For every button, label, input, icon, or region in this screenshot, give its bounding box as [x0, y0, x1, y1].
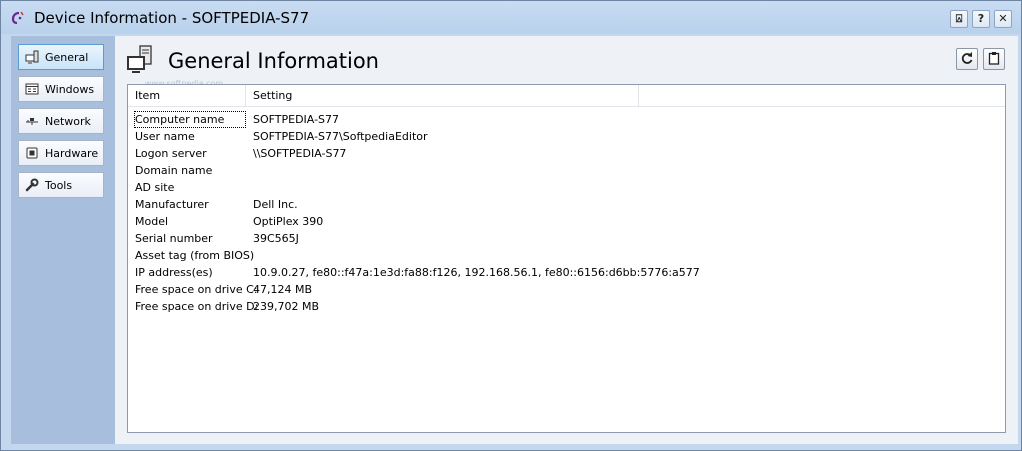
- sidebar-item-network[interactable]: Network: [18, 108, 104, 134]
- copy-button[interactable]: [983, 48, 1005, 70]
- sidebar-item-tools[interactable]: Tools: [18, 172, 104, 198]
- refresh-icon: [960, 51, 974, 68]
- close-button[interactable]: ✕: [994, 10, 1012, 28]
- value-cell: 47,124 MB: [253, 283, 313, 296]
- help-button[interactable]: ?: [972, 10, 990, 28]
- table-row[interactable]: Serial number 39C565J: [128, 230, 1005, 247]
- value-cell: \\SOFTPEDIA-S77: [253, 147, 347, 160]
- network-icon: [25, 114, 39, 128]
- sidebar-item-general[interactable]: General: [18, 44, 104, 70]
- item-cell: Domain name: [135, 164, 213, 177]
- clipboard-icon: [987, 51, 1001, 68]
- item-cell: Computer name: [134, 111, 246, 128]
- table-row[interactable]: Free space on drive D: 239,702 MB: [128, 298, 1005, 315]
- column-header-item[interactable]: Item: [128, 85, 246, 107]
- value-cell: Dell Inc.: [253, 198, 298, 211]
- item-cell: Model: [135, 215, 169, 228]
- table-row[interactable]: Logon server \\SOFTPEDIA-S77: [128, 145, 1005, 162]
- item-cell: Free space on drive C:: [135, 283, 258, 296]
- table-row[interactable]: Free space on drive C: 47,124 MB: [128, 281, 1005, 298]
- sidebar-item-label: Hardware: [45, 146, 99, 160]
- info-list[interactable]: Item Setting Computer name SOFTPEDIA-S77…: [127, 84, 1006, 433]
- value-cell: OptiPlex 390: [253, 215, 324, 228]
- sidebar-item-label: General: [45, 50, 89, 64]
- main-panel: General Information www.softpedia.com It…: [115, 36, 1018, 444]
- value-cell: 10.9.0.27, fe80::f47a:1e3d:fa88:f126, 19…: [253, 266, 700, 279]
- item-cell: Asset tag (from BIOS): [135, 249, 255, 262]
- value-cell: SOFTPEDIA-S77: [253, 113, 340, 126]
- item-cell: AD site: [135, 181, 175, 194]
- table-row[interactable]: User name SOFTPEDIA-S77\SoftpediaEditor: [128, 128, 1005, 145]
- table-row[interactable]: Domain name: [128, 162, 1005, 179]
- sidebar-item-hardware[interactable]: Hardware: [18, 140, 104, 166]
- refresh-button[interactable]: [956, 48, 978, 70]
- item-cell: Free space on drive D:: [135, 300, 259, 313]
- sidebar-item-label: Tools: [45, 178, 73, 192]
- sidebar: General Windows Network Hardware Tools: [11, 36, 115, 444]
- column-header-setting[interactable]: Setting: [246, 85, 639, 107]
- item-cell: Logon server: [135, 147, 207, 160]
- table-row[interactable]: AD site: [128, 179, 1005, 196]
- close-icon: ✕: [998, 12, 1008, 25]
- window-icon: [25, 82, 39, 96]
- computer-icon: [126, 45, 160, 75]
- table-row[interactable]: Asset tag (from BIOS): [128, 247, 1005, 264]
- pin-icon: ⍓: [955, 12, 963, 25]
- wrench-icon: [25, 178, 39, 192]
- sidebar-item-label: Windows: [45, 82, 95, 96]
- list-header: Item Setting: [128, 85, 1005, 107]
- value-cell: 39C565J: [253, 232, 299, 245]
- computer-icon: [25, 50, 39, 64]
- item-cell: Serial number: [135, 232, 213, 245]
- table-row[interactable]: Manufacturer Dell Inc.: [128, 196, 1005, 213]
- window-title: Device Information - SOFTPEDIA-S77: [34, 9, 310, 27]
- sidebar-item-windows[interactable]: Windows: [18, 76, 104, 102]
- item-cell: IP address(es): [135, 266, 213, 279]
- table-row[interactable]: Model OptiPlex 390: [128, 213, 1005, 230]
- help-icon: ?: [977, 12, 985, 25]
- app-window: Device Information - SOFTPEDIA-S77 ⍓ ? ✕…: [0, 0, 1022, 451]
- item-cell: Manufacturer: [135, 198, 209, 211]
- page-title: General Information: [168, 49, 379, 73]
- pin-button[interactable]: ⍓: [950, 10, 968, 28]
- value-cell: SOFTPEDIA-S77\SoftpediaEditor: [253, 130, 428, 143]
- item-cell: User name: [135, 130, 195, 143]
- table-row[interactable]: IP address(es) 10.9.0.27, fe80::f47a:1e3…: [128, 264, 1005, 281]
- sidebar-item-label: Network: [45, 114, 91, 128]
- table-row[interactable]: Computer name SOFTPEDIA-S77: [128, 111, 1005, 128]
- app-logo-icon: [10, 10, 26, 26]
- title-bar[interactable]: Device Information - SOFTPEDIA-S77 ⍓ ? ✕: [1, 1, 1021, 34]
- value-cell: 239,702 MB: [253, 300, 320, 313]
- chip-icon: [25, 146, 39, 160]
